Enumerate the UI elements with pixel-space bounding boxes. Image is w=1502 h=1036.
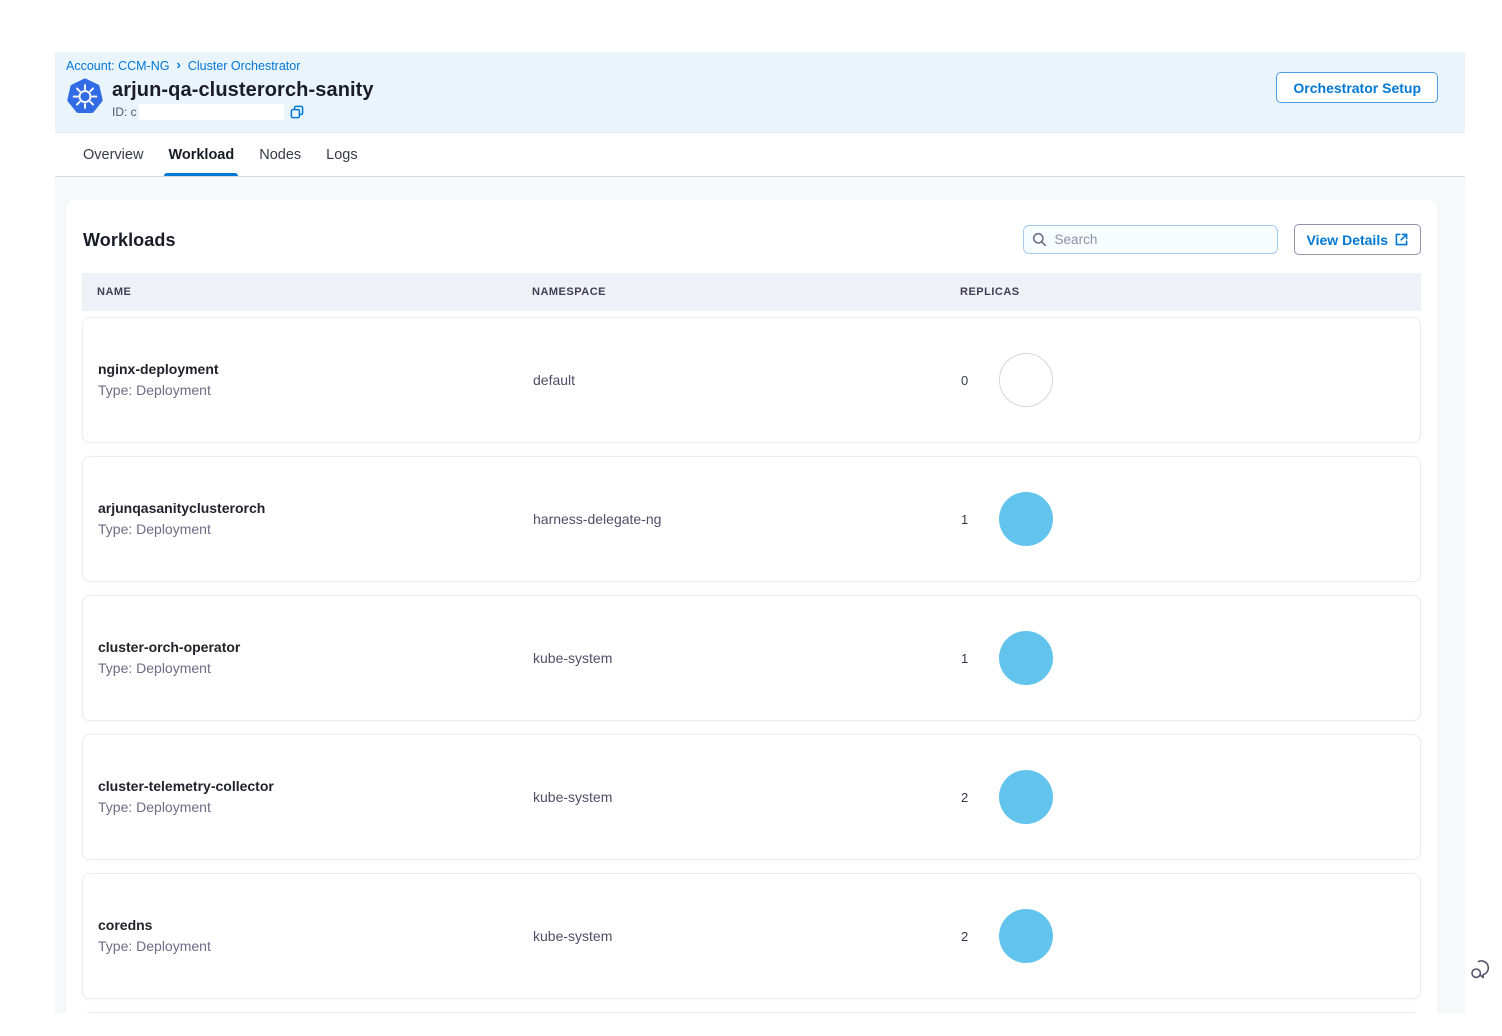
breadcrumb-separator-icon: › [177,57,181,72]
app-window: Account: CCM-NG › Cluster Orchestrator [55,52,1465,1013]
tab-logs[interactable]: Logs [325,133,358,176]
workload-type: Type: Deployment [98,660,533,677]
replica-count: 0 [961,373,970,388]
workload-namespace: kube-system [533,928,961,944]
replica-status-circle [999,631,1053,685]
copy-icon[interactable] [290,105,304,119]
tab-nodes[interactable]: Nodes [258,133,302,176]
workload-name: cluster-telemetry-collector [98,778,533,795]
table-header: NAME NAMESPACE REPLICAS [82,273,1421,311]
tab-workload[interactable]: Workload [167,133,235,176]
external-link-icon [1395,233,1408,246]
page-header: Account: CCM-NG › Cluster Orchestrator [55,52,1465,133]
tab-content-panel: Workloads View Details [55,177,1465,1013]
column-header-replicas: REPLICAS [960,286,1421,298]
kubernetes-logo-icon [66,78,104,116]
workload-name: coredns [98,917,533,934]
replica-status-circle [999,909,1053,963]
table-row[interactable]: coredns Type: Deployment kube-system 2 [82,873,1421,999]
workload-namespace: default [533,372,961,388]
table-row[interactable]: cluster-orch-operator Type: Deployment k… [82,595,1421,721]
replica-status-circle [999,353,1053,407]
breadcrumb-section-link[interactable]: Cluster Orchestrator [188,59,301,73]
orchestrator-setup-button[interactable]: Orchestrator Setup [1276,72,1438,103]
workload-type: Type: Deployment [98,799,533,816]
replica-count: 2 [961,790,970,805]
tab-bar: Overview Workload Nodes Logs [55,133,1465,177]
column-header-namespace: NAMESPACE [532,286,960,298]
workload-name: arjunqasanityclusterorch [98,500,533,517]
breadcrumb: Account: CCM-NG › Cluster Orchestrator [66,58,1465,73]
search-input[interactable] [1023,225,1278,254]
table-row[interactable]: cluster-telemetry-collector Type: Deploy… [82,734,1421,860]
breadcrumb-account-link[interactable]: Account: CCM-NG [66,59,170,73]
replica-count: 2 [961,929,970,944]
view-details-button[interactable]: View Details [1294,224,1421,255]
workloads-card: Workloads View Details [66,200,1437,1013]
workload-namespace: kube-system [533,789,961,805]
chat-help-icon[interactable] [1469,957,1494,987]
cluster-id-redacted [139,104,284,120]
workload-type: Type: Deployment [98,938,533,955]
table-row[interactable]: arjunqasanityclusterorch Type: Deploymen… [82,456,1421,582]
table-row-partial[interactable] [82,1012,1421,1013]
workload-namespace: harness-delegate-ng [533,511,961,527]
workload-name: nginx-deployment [98,361,533,378]
workload-type: Type: Deployment [98,382,533,399]
workload-rows: nginx-deployment Type: Deployment defaul… [82,317,1421,1013]
replica-status-circle [999,770,1053,824]
replica-count: 1 [961,651,970,666]
search-box [1023,225,1278,254]
replica-count: 1 [961,512,970,527]
replica-status-circle [999,492,1053,546]
cluster-id-label: ID: c [112,105,137,119]
workloads-heading: Workloads [83,227,176,253]
view-details-label: View Details [1307,232,1388,248]
tab-overview[interactable]: Overview [82,133,144,176]
workload-namespace: kube-system [533,650,961,666]
table-row[interactable]: nginx-deployment Type: Deployment defaul… [82,317,1421,443]
cluster-title-row: arjun-qa-clusterorch-sanity ID: c [66,78,1465,120]
column-header-name: NAME [97,286,532,298]
workload-type: Type: Deployment [98,521,533,538]
page-title: arjun-qa-clusterorch-sanity [112,78,374,102]
workload-name: cluster-orch-operator [98,639,533,656]
